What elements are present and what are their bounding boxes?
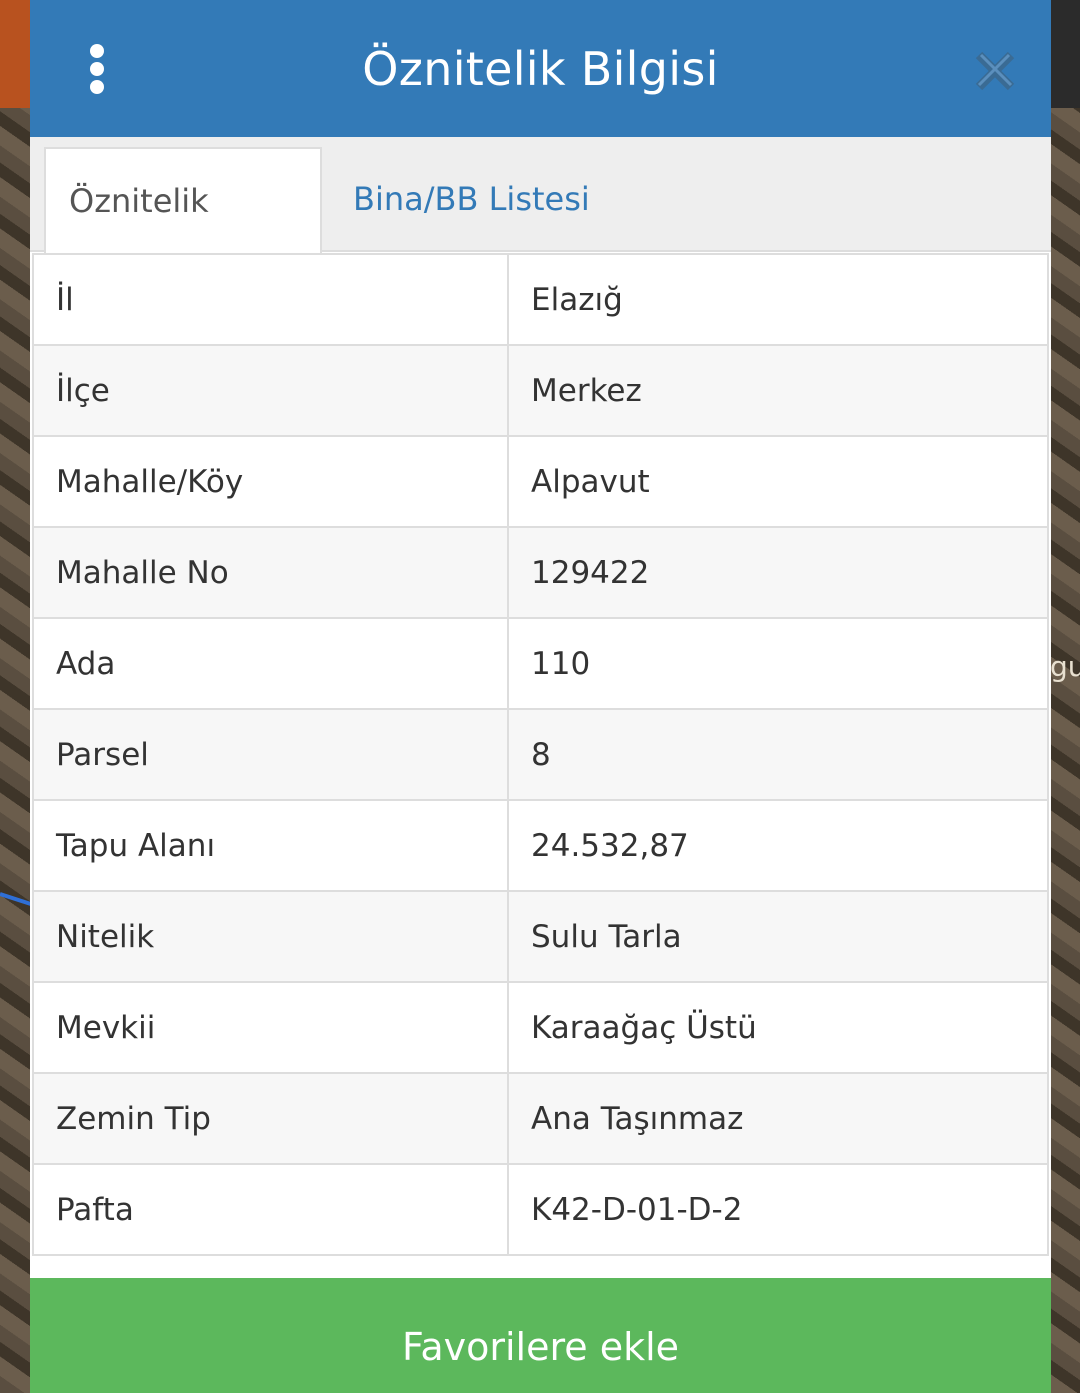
table-row: Mahalle No 129422 (32, 526, 1049, 619)
table-row: Parsel 8 (32, 708, 1049, 801)
attribute-table: İl Elazığ İlçe Merkez Mahalle/Köy Alpavu… (32, 253, 1049, 1256)
attribute-key: İlçe (32, 344, 509, 437)
tab-bar: Öznitelik Bilgisi Bina/BB Listesi (30, 137, 1051, 324)
attribute-value: 8 (507, 708, 1049, 801)
attribute-info-dialog: Öznitelik Bilgisi Öznitelik Bilgisi Bina… (30, 0, 1051, 1393)
add-to-favorites-button[interactable]: Favorilere ekle (30, 1278, 1051, 1393)
table-row: Mahalle/Köy Alpavut (32, 435, 1049, 528)
attribute-value: K42-D-01-D-2 (507, 1163, 1049, 1256)
attribute-value: 129422 (507, 526, 1049, 619)
attribute-key: Mevkii (32, 981, 509, 1074)
attribute-key: İl (32, 253, 509, 346)
table-row: Zemin Tip Ana Taşınmaz (32, 1072, 1049, 1165)
attribute-key: Mahalle/Köy (32, 435, 509, 528)
attribute-value: Alpavut (507, 435, 1049, 528)
attribute-value: Elazığ (507, 253, 1049, 346)
attribute-value: 110 (507, 617, 1049, 710)
tab-building-list[interactable]: Bina/BB Listesi (330, 147, 613, 252)
table-row: Ada 110 (32, 617, 1049, 710)
attribute-key: Zemin Tip (32, 1072, 509, 1165)
attribute-value: Merkez (507, 344, 1049, 437)
table-row: Nitelik Sulu Tarla (32, 890, 1049, 983)
attribute-value: 24.532,87 (507, 799, 1049, 892)
table-row: Tapu Alanı 24.532,87 (32, 799, 1049, 892)
attribute-key: Ada (32, 617, 509, 710)
attribute-key: Nitelik (32, 890, 509, 983)
table-row: Pafta K42-D-01-D-2 (32, 1163, 1049, 1256)
dialog-title: Öznitelik Bilgisi (362, 42, 719, 96)
map-label: gu (1050, 650, 1080, 683)
tab-attribute-info[interactable]: Öznitelik Bilgisi (44, 147, 322, 324)
attribute-key: Tapu Alanı (32, 799, 509, 892)
table-row: Mevkii Karaağaç Üstü (32, 981, 1049, 1074)
attribute-key: Parsel (32, 708, 509, 801)
dialog-header: Öznitelik Bilgisi (30, 0, 1051, 137)
attribute-key: Pafta (32, 1163, 509, 1256)
attribute-value: Ana Taşınmaz (507, 1072, 1049, 1165)
table-row: İlçe Merkez (32, 344, 1049, 437)
table-row: İl Elazığ (32, 253, 1049, 346)
attribute-key: Mahalle No (32, 526, 509, 619)
close-icon[interactable] (970, 46, 1020, 96)
attribute-value: Sulu Tarla (507, 890, 1049, 983)
attribute-value: Karaağaç Üstü (507, 981, 1049, 1074)
